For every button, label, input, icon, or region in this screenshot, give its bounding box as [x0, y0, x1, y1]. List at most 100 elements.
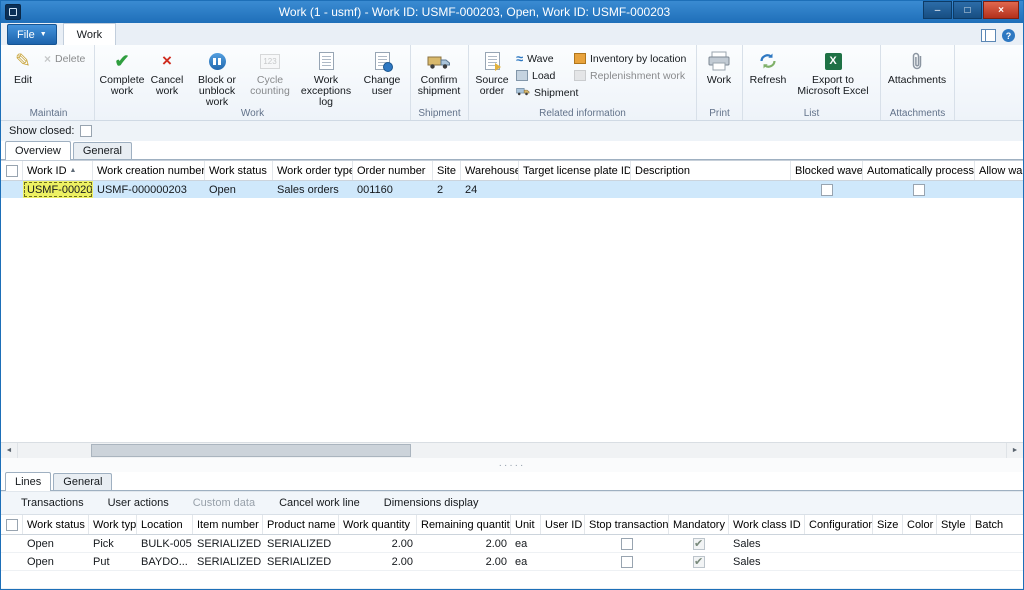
col-header-work-quantity[interactable]: Work quantity: [339, 515, 417, 534]
maximize-button[interactable]: □: [953, 1, 982, 19]
cell-color: [903, 553, 937, 570]
print-work-button[interactable]: Work: [699, 47, 739, 86]
close-button[interactable]: ×: [983, 1, 1019, 19]
help-icon[interactable]: ?: [1002, 29, 1015, 42]
tab-general-bottom[interactable]: General: [53, 473, 112, 490]
inventory-by-location-button[interactable]: Inventory by location: [571, 50, 693, 67]
minimize-button[interactable]: –: [923, 1, 952, 19]
table-row[interactable]: USMF-000203 USMF-000000203 Open Sales or…: [1, 181, 1023, 198]
transactions-button[interactable]: Transactions: [11, 495, 94, 511]
complete-work-button[interactable]: ✔ Complete work: [97, 47, 147, 97]
ribbon-group-work: ✔ Complete work × Cancel work Block or u…: [95, 45, 411, 120]
delete-button[interactable]: × Delete: [41, 50, 88, 67]
attachments-button[interactable]: Attachments: [883, 47, 951, 86]
lines-select-all-checkbox[interactable]: [1, 515, 23, 534]
col-header-remaining-quantity[interactable]: Remaining quantity: [417, 515, 511, 534]
show-closed-checkbox[interactable]: [80, 125, 92, 137]
replenishment-work-button[interactable]: Replenishment work: [571, 67, 693, 84]
col-header-location[interactable]: Location: [137, 515, 193, 534]
col-header-unit[interactable]: Unit: [511, 515, 541, 534]
cycle-counting-button[interactable]: 123 Cycle counting: [247, 47, 293, 97]
col-header-line-work-status[interactable]: Work status: [23, 515, 89, 534]
col-header-site[interactable]: Site: [433, 161, 461, 180]
wave-button[interactable]: ≈ Wave: [513, 50, 571, 67]
tab-general-top[interactable]: General: [73, 142, 132, 159]
col-header-stop-transaction[interactable]: Stop transaction: [585, 515, 669, 534]
col-header-work-type[interactable]: Work type: [89, 515, 137, 534]
col-header-automatically-process[interactable]: Automatically process: [863, 161, 975, 180]
scroll-left-icon[interactable]: ◄: [1, 443, 18, 458]
group-label: Attachments: [881, 108, 954, 119]
block-unblock-work-button[interactable]: Block or unblock work: [187, 47, 247, 108]
shipment-button[interactable]: Shipment: [513, 84, 571, 101]
window-controls: – □ ×: [922, 1, 1019, 19]
delete-icon: ×: [44, 52, 51, 66]
col-header-work-class-id[interactable]: Work class ID: [729, 515, 805, 534]
source-order-button[interactable]: Source order: [471, 47, 513, 97]
refresh-icon: [758, 49, 778, 73]
row-selector-cell[interactable]: [1, 553, 23, 570]
horizontal-scrollbar[interactable]: ◄ ►: [1, 442, 1023, 459]
group-label: Print: [697, 108, 742, 119]
col-header-work-order-type[interactable]: Work order type: [273, 161, 353, 180]
table-row[interactable]: Open Pick BULK-005 SERIALIZED SERIALIZED…: [1, 535, 1023, 553]
cell-product-name: SERIALIZED: [263, 535, 339, 552]
edit-button[interactable]: ✎ Edit: [5, 47, 41, 86]
row-selector-cell[interactable]: [1, 181, 23, 198]
col-header-item-number[interactable]: Item number: [193, 515, 263, 534]
confirm-shipment-button[interactable]: Confirm shipment: [413, 47, 465, 97]
col-header-color[interactable]: Color: [903, 515, 937, 534]
col-header-blocked-wave[interactable]: Blocked wave: [791, 161, 863, 180]
refresh-button[interactable]: Refresh: [745, 47, 791, 86]
layout-toggle-icon[interactable]: [981, 29, 996, 42]
user-actions-button[interactable]: User actions: [98, 495, 179, 511]
col-header-product-name[interactable]: Product name: [263, 515, 339, 534]
stop-transaction-checkbox[interactable]: [621, 556, 633, 568]
cell-remaining-quantity: 2.00: [417, 553, 511, 570]
col-header-mandatory[interactable]: Mandatory: [669, 515, 729, 534]
row-selector-cell[interactable]: [1, 535, 23, 552]
cell-work-id[interactable]: USMF-000203: [23, 181, 93, 198]
col-header-work-status[interactable]: Work status: [205, 161, 273, 180]
col-header-target-license-plate[interactable]: Target license plate ID: [519, 161, 631, 180]
table-row[interactable]: Open Put BAYDO... SERIALIZED SERIALIZED …: [1, 553, 1023, 571]
cell-warehouse: 24: [461, 181, 519, 198]
cancel-work-line-button[interactable]: Cancel work line: [269, 495, 370, 511]
tab-work[interactable]: Work: [63, 23, 116, 45]
col-header-order-number[interactable]: Order number: [353, 161, 433, 180]
col-header-size[interactable]: Size: [873, 515, 903, 534]
col-header-user-id[interactable]: User ID: [541, 515, 585, 534]
col-header-batch[interactable]: Batch: [971, 515, 1023, 534]
change-user-button[interactable]: Change user: [359, 47, 405, 97]
col-header-work-id[interactable]: Work ID▲: [23, 161, 93, 180]
stop-transaction-checkbox[interactable]: [621, 538, 633, 550]
col-header-allow-wave[interactable]: Allow wa: [975, 161, 1023, 180]
cell-item-number: SERIALIZED: [193, 535, 263, 552]
file-menu-button[interactable]: File ▼: [7, 24, 57, 45]
work-exceptions-log-button[interactable]: Work exceptions log: [293, 47, 359, 108]
filter-bar: Show closed:: [1, 121, 1023, 142]
scroll-right-icon[interactable]: ►: [1006, 443, 1023, 458]
export-to-excel-button[interactable]: X Export to Microsoft Excel: [791, 47, 875, 97]
overview-grid: Work ID▲ Work creation number Work statu…: [1, 160, 1023, 459]
blocked-wave-checkbox[interactable]: [821, 184, 833, 196]
cell-unit: ea: [511, 553, 541, 570]
paperclip-icon: [908, 49, 926, 73]
scrollbar-thumb[interactable]: [91, 444, 411, 457]
pane-splitter[interactable]: [1, 458, 1023, 472]
cancel-work-button[interactable]: × Cancel work: [147, 47, 187, 97]
cell-batch: [971, 553, 1023, 570]
auto-process-checkbox[interactable]: [913, 184, 925, 196]
col-header-style[interactable]: Style: [937, 515, 971, 534]
select-all-checkbox[interactable]: [1, 161, 23, 180]
col-header-configuration[interactable]: Configuration: [805, 515, 873, 534]
chevron-down-icon: ▼: [40, 31, 47, 38]
col-header-warehouse[interactable]: Warehouse: [461, 161, 519, 180]
custom-data-button[interactable]: Custom data: [183, 495, 265, 511]
col-header-description[interactable]: Description: [631, 161, 791, 180]
load-button[interactable]: Load: [513, 67, 571, 84]
col-header-work-creation-number[interactable]: Work creation number: [93, 161, 205, 180]
tab-lines[interactable]: Lines: [5, 472, 51, 491]
tab-overview[interactable]: Overview: [5, 141, 71, 160]
dimensions-display-button[interactable]: Dimensions display: [374, 495, 489, 511]
